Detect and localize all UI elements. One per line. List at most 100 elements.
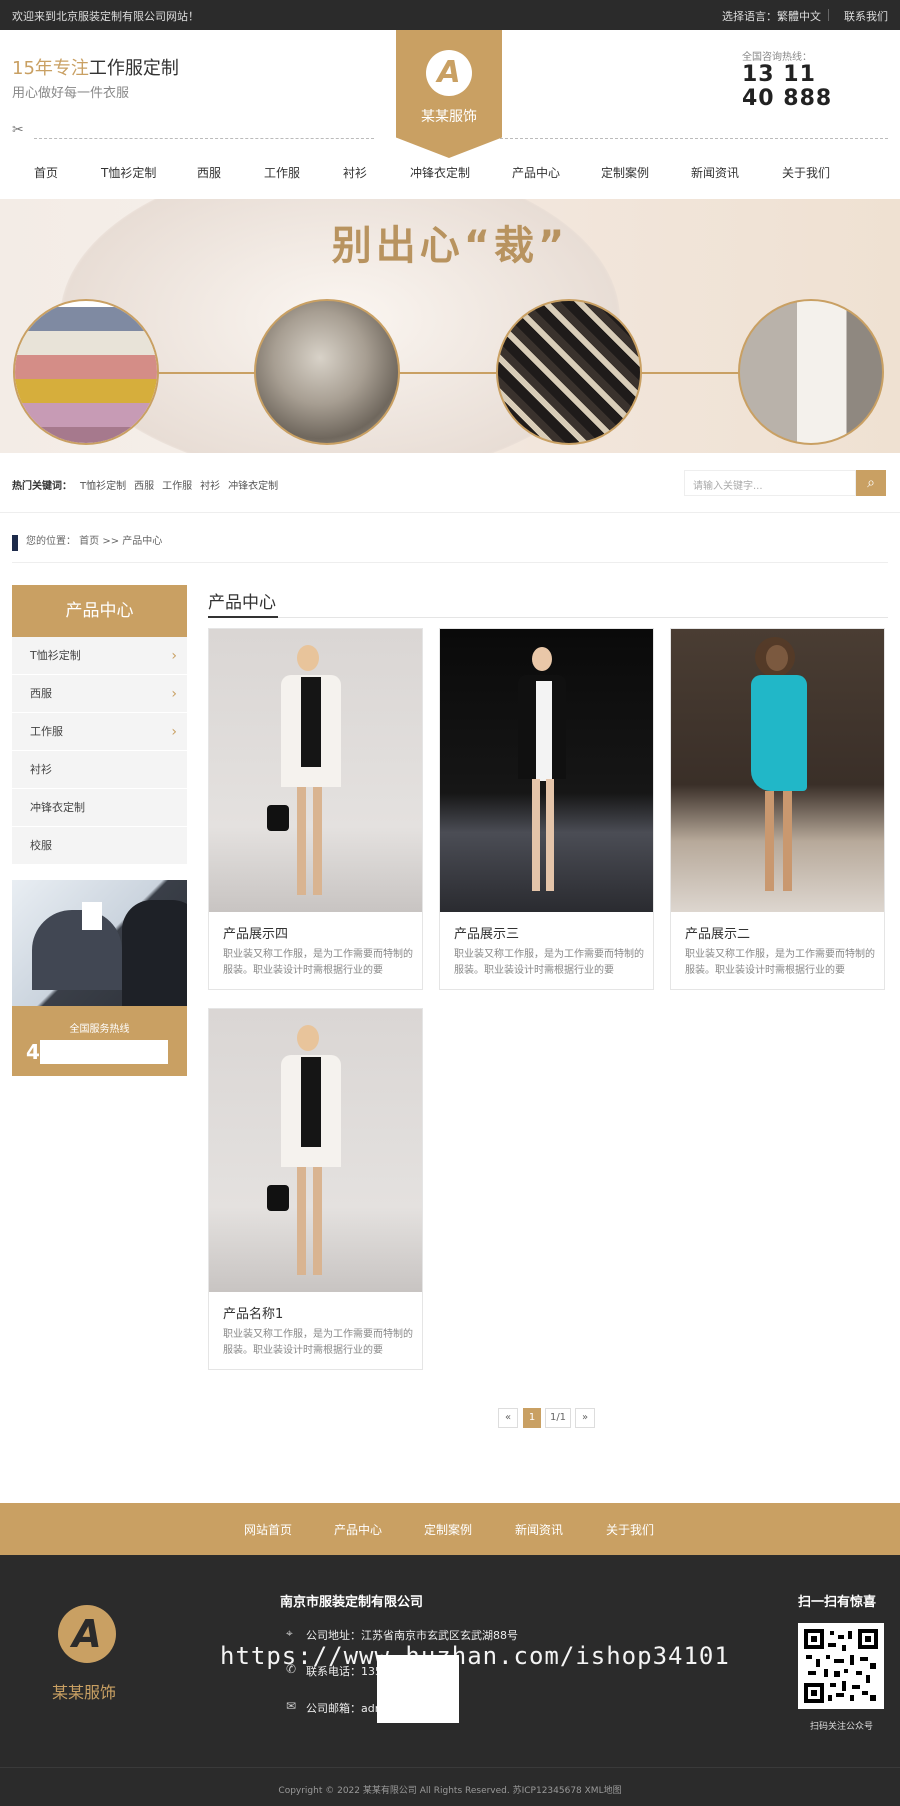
keyword-link[interactable]: 冲锋衣定制 — [228, 481, 278, 492]
search-icon: ⌕ — [867, 475, 875, 491]
product-name[interactable]: 产品名称1 — [223, 1303, 283, 1322]
mail-icon: ✉ — [286, 1699, 297, 1713]
chevron-right-icon: › — [171, 686, 177, 702]
main-nav: 首页 T恤衫定制 西服 工作服 衬衫 冲锋衣定制 产品中心 定制案例 新闻资讯 … — [0, 158, 900, 186]
site-footer: A 某某服饰 南京市服装定制有限公司 ⌖ 公司地址：江苏省南京市玄武区玄武湖88号… — [0, 1555, 900, 1806]
qr-code-icon — [804, 1629, 878, 1703]
sidebar-menu: 产品中心 T恤衫定制 › 西服 › 工作服 › 衬衫 冲锋衣定制 校服 — [12, 585, 187, 865]
search-button[interactable]: ⌕ — [856, 470, 886, 496]
product-desc: 职业装又称工作服，是为工作需要而特制的服装。职业装设计时需根据行业的要 — [454, 949, 644, 976]
product-image[interactable] — [440, 629, 653, 912]
breadcrumb: 您的位置： 首页 >> 产品中心 — [12, 535, 162, 551]
sidebar-item-suit[interactable]: 西服 › — [12, 675, 187, 713]
footer-brand: 某某服饰 — [52, 1683, 117, 1702]
divider — [208, 617, 888, 618]
hero-banner: 别出心“裁” — [0, 199, 900, 453]
nav-item-news[interactable]: 新闻资讯 — [691, 164, 739, 181]
contact-us-link[interactable]: 联系我们 — [844, 8, 888, 24]
breadcrumb-marker — [12, 535, 18, 551]
page-title: 产品中心 — [208, 593, 276, 613]
product-card[interactable]: 产品展示二 职业装又称工作服，是为工作需要而特制的服装。职业装设计时需根据行业的… — [670, 628, 885, 990]
hotline-number: 40 888 — [742, 86, 833, 111]
redaction-box — [40, 1040, 168, 1064]
qr-title: 扫一扫有惊喜 — [798, 1595, 877, 1610]
product-desc: 职业装又称工作服，是为工作需要而特制的服装。职业装设计时需根据行业的要 — [685, 949, 875, 976]
keyword-link[interactable]: 衬衫 — [200, 481, 220, 492]
company-name: 南京市服装定制有限公司 — [280, 1595, 424, 1610]
product-card[interactable]: 产品展示四 职业装又称工作服，是为工作需要而特制的服装。职业装设计时需根据行业的… — [208, 628, 423, 990]
logo-icon: A — [426, 50, 472, 96]
keyword-link[interactable]: T恤衫定制 — [80, 481, 126, 492]
keyword-link[interactable]: 工作服 — [162, 481, 192, 492]
sidebar-item-workwear[interactable]: 工作服 › — [12, 713, 187, 751]
banner-title: 别出心“裁” — [331, 223, 569, 269]
banner-circle-silk — [254, 299, 400, 445]
footer-logo-icon: A — [58, 1605, 116, 1663]
product-name[interactable]: 产品展示四 — [223, 923, 288, 942]
chevron-right-icon: › — [171, 724, 177, 740]
footer-nav: 网站首页 产品中心 定制案例 新闻资讯 关于我们 — [0, 1503, 900, 1555]
footer-nav-home[interactable]: 网站首页 — [244, 1521, 292, 1538]
hotline-number: 13 11 — [742, 62, 816, 87]
hot-keywords: 热门关键词： T恤衫定制 西服 工作服 衬衫 冲锋衣定制 — [12, 481, 279, 492]
product-card[interactable]: 产品展示三 职业装又称工作服，是为工作需要而特制的服装。职业装设计时需根据行业的… — [439, 628, 654, 990]
language-switch-link[interactable]: 选择语言：繁體中文 — [722, 8, 821, 24]
product-card[interactable]: 产品名称1 职业装又称工作服，是为工作需要而特制的服装。职业装设计时需根据行业的… — [208, 1008, 423, 1370]
sidebar-item-jacket[interactable]: 冲锋衣定制 — [12, 789, 187, 827]
banner-circle-sewing — [496, 299, 642, 445]
product-desc: 职业装又称工作服，是为工作需要而特制的服装。职业装设计时需根据行业的要 — [223, 1329, 413, 1356]
qr-caption: 扫码关注公众号 — [810, 1722, 874, 1732]
product-name[interactable]: 产品展示二 — [685, 923, 750, 942]
nav-item-workwear[interactable]: 工作服 — [264, 164, 300, 181]
nav-item-tshirt[interactable]: T恤衫定制 — [101, 164, 156, 181]
chevron-right-icon: › — [171, 648, 177, 664]
divider — [0, 1767, 900, 1768]
copyright: Copyright © 2022 某某有限公司 All Rights Reser… — [278, 1786, 622, 1796]
pager-prev-button[interactable]: « — [498, 1408, 518, 1428]
sidebar-hotline: 全国服务热线 4 8 — [12, 1006, 187, 1076]
product-image[interactable] — [209, 1009, 422, 1292]
watermark-text: https://www.huzhan.com/ishop34101 — [220, 1642, 730, 1670]
nav-item-suit[interactable]: 西服 — [197, 164, 221, 181]
pager-page-1[interactable]: 1 — [523, 1408, 541, 1428]
welcome-text: 欢迎来到北京服装定制有限公司网站！ — [12, 10, 199, 23]
sidebar-item-tshirt[interactable]: T恤衫定制 › — [12, 637, 187, 675]
brand-name: 某某服饰 — [421, 109, 477, 125]
pager-info: 1/1 — [545, 1408, 571, 1428]
search-input[interactable]: 请输入关键字... — [684, 470, 856, 496]
keyword-link[interactable]: 西服 — [134, 481, 154, 492]
nav-item-shirt[interactable]: 衬衫 — [343, 164, 367, 181]
dashed-divider — [500, 138, 888, 139]
product-image[interactable] — [209, 629, 422, 912]
product-name[interactable]: 产品展示三 — [454, 923, 519, 942]
top-bar: 欢迎来到北京服装定制有限公司网站！ 选择语言：繁體中文 联系我们 — [0, 0, 900, 30]
nav-item-home[interactable]: 首页 — [34, 164, 58, 181]
scissors-icon: ✂ — [12, 122, 24, 138]
company-address: ⌖ 公司地址：江苏省南京市玄武区玄武湖88号 — [286, 1626, 518, 1642]
sidebar-service-image — [12, 880, 187, 1006]
divider — [12, 562, 888, 563]
product-desc: 职业装又称工作服，是为工作需要而特制的服装。职业装设计时需根据行业的要 — [223, 949, 413, 976]
footer-nav-products[interactable]: 产品中心 — [334, 1521, 382, 1538]
nav-item-jacket[interactable]: 冲锋衣定制 — [410, 164, 470, 181]
nav-item-about[interactable]: 关于我们 — [782, 164, 830, 181]
title-underline — [208, 616, 278, 618]
banner-connector-line — [80, 372, 820, 374]
footer-nav-news[interactable]: 新闻资讯 — [515, 1521, 563, 1538]
logo-badge[interactable]: A 某某服饰 — [396, 30, 502, 158]
banner-circle-fabric-stack — [13, 299, 159, 445]
banner-circle-hangers — [738, 299, 884, 445]
footer-nav-cases[interactable]: 定制案例 — [424, 1521, 472, 1538]
header-slogan: 15年专注工作服定制 — [12, 58, 179, 79]
dashed-divider — [34, 138, 374, 139]
nav-item-cases[interactable]: 定制案例 — [601, 164, 649, 181]
sidebar-item-shirt[interactable]: 衬衫 — [12, 751, 187, 789]
qr-code — [798, 1623, 884, 1709]
sidebar-title: 产品中心 — [12, 585, 187, 637]
location-icon: ⌖ — [286, 1626, 293, 1640]
pager-next-button[interactable]: » — [575, 1408, 595, 1428]
sidebar-item-uniform[interactable]: 校服 — [12, 827, 187, 865]
footer-nav-about[interactable]: 关于我们 — [606, 1521, 654, 1538]
nav-item-products[interactable]: 产品中心 — [512, 164, 560, 181]
product-image[interactable] — [671, 629, 884, 912]
